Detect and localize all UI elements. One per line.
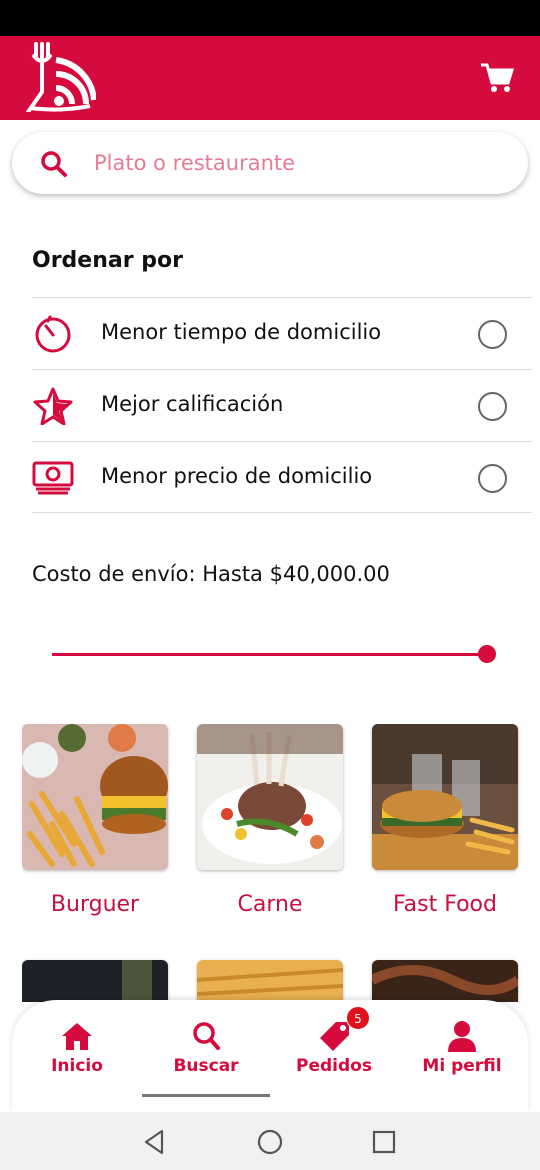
grilled-meat-photo — [372, 960, 518, 1002]
status-bar — [0, 0, 540, 36]
nav-label: Inicio — [51, 1056, 103, 1076]
shopping-cart-icon[interactable] — [480, 62, 514, 94]
fries-photo — [197, 960, 343, 1002]
sort-option-rating[interactable]: Mejor calificación — [32, 369, 532, 441]
sort-option-label: Menor precio de domicilio — [101, 464, 373, 488]
category-label: Burguer — [50, 892, 140, 917]
timer-icon — [35, 315, 71, 353]
sort-option-delivery-time[interactable]: Menor tiempo de domicilio — [32, 297, 532, 369]
radio-delivery-price[interactable] — [478, 464, 507, 493]
shipping-cost-label: Costo de envío: Hasta $40,000.00 — [32, 562, 390, 586]
recents-square-icon[interactable] — [370, 1128, 398, 1156]
search-icon — [41, 151, 67, 177]
star-icon — [33, 387, 73, 425]
nav-item-inicio[interactable]: Inicio — [17, 1020, 137, 1076]
sort-option-delivery-price[interactable]: Menor precio de domicilio — [32, 441, 532, 513]
sort-option-label: Mejor calificación — [101, 392, 284, 416]
system-navigation-bar — [0, 1112, 540, 1170]
money-icon — [32, 461, 74, 495]
search-input[interactable] — [94, 142, 494, 184]
radio-rating[interactable] — [478, 392, 507, 421]
category-label: Fast Food — [393, 892, 497, 917]
meat-photo — [197, 724, 343, 870]
nav-label: Pedidos — [296, 1056, 372, 1076]
slider-track — [52, 653, 488, 656]
search-bar[interactable] — [12, 132, 528, 194]
sort-title: Ordenar por — [32, 248, 183, 273]
nav-item-mi-perfil[interactable]: Mi perfil — [402, 1020, 522, 1076]
burger-photo — [22, 724, 168, 870]
category-card-6[interactable] — [372, 960, 518, 1002]
category-card-carne[interactable]: Carne — [197, 724, 343, 917]
nav-item-buscar[interactable]: Buscar — [146, 1020, 266, 1076]
orders-count-badge: 5 — [346, 1006, 370, 1030]
fast-food-photo — [372, 724, 518, 870]
dark-drink-photo — [22, 960, 168, 1002]
slider-thumb[interactable] — [478, 645, 496, 663]
back-icon[interactable] — [140, 1128, 168, 1156]
nav-label: Mi perfil — [422, 1056, 502, 1076]
tag-icon — [320, 1022, 349, 1051]
search-icon — [193, 1022, 220, 1050]
category-label: Carne — [237, 892, 303, 917]
app-bar — [0, 36, 540, 120]
category-card-burguer[interactable]: Burguer — [22, 724, 168, 917]
radio-delivery-time[interactable] — [478, 320, 507, 349]
nav-item-pedidos[interactable]: 5 Pedidos — [274, 1006, 394, 1076]
bottom-navigation: Inicio Buscar 5 Pedidos Mi perfil — [12, 1000, 528, 1112]
active-tab-indicator — [142, 1094, 270, 1097]
category-card-fast-food[interactable]: Fast Food — [372, 724, 518, 917]
category-card-5[interactable] — [197, 960, 343, 1002]
home-circle-icon[interactable] — [256, 1128, 284, 1156]
restaurant-logo-icon[interactable] — [26, 42, 96, 112]
home-icon — [62, 1023, 92, 1050]
nav-label: Buscar — [173, 1056, 239, 1076]
person-icon — [448, 1021, 476, 1052]
sort-options-list: Menor tiempo de domicilio Mejor califica… — [32, 297, 532, 513]
category-card-4[interactable] — [22, 960, 168, 1002]
category-grid: Burguer Carne Fast Food — [22, 724, 522, 1002]
sort-option-label: Menor tiempo de domicilio — [101, 320, 382, 344]
shipping-cost-slider[interactable] — [52, 640, 498, 668]
